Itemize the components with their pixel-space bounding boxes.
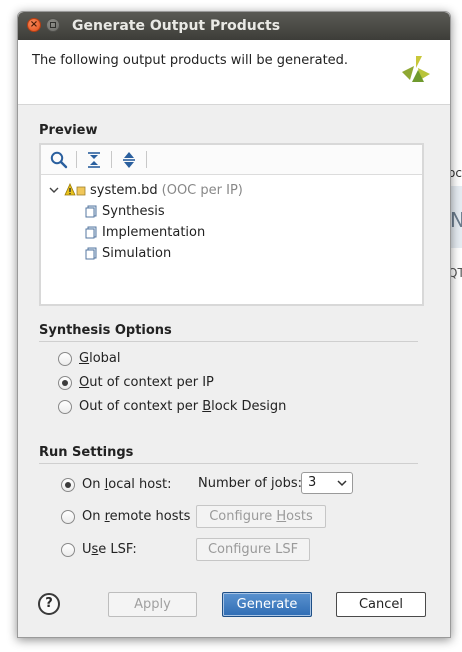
- section-divider: [39, 341, 418, 342]
- tree-item-simulation[interactable]: Simulation: [85, 243, 171, 263]
- run-remote-hosts-radio[interactable]: On remote hosts: [61, 509, 190, 524]
- chevron-down-icon: [337, 480, 347, 487]
- radio-label: On local host:: [82, 477, 172, 492]
- help-button[interactable]: ?: [38, 593, 60, 615]
- toolbar-divider: [76, 151, 77, 168]
- dialog-title: Generate Output Products: [72, 18, 281, 34]
- run-use-lsf-radio[interactable]: Use LSF:: [61, 542, 137, 557]
- radio-label: Global: [79, 351, 121, 366]
- title-bar[interactable]: × Generate Output Products: [18, 12, 450, 40]
- background-text: N: [450, 208, 462, 232]
- number-of-jobs-value: 3: [308, 475, 317, 490]
- radio-button[interactable]: [58, 375, 72, 390]
- radio-button[interactable]: [58, 351, 72, 366]
- radio-button[interactable]: [61, 542, 75, 557]
- search-icon[interactable]: [49, 150, 69, 170]
- dialog-description: The following output products will be ge…: [32, 53, 349, 68]
- tree-item-label: Simulation: [102, 245, 172, 261]
- cancel-button[interactable]: Cancel: [336, 592, 426, 617]
- tree-root-label: system.bd: [90, 182, 158, 198]
- file-icon: [85, 226, 97, 238]
- preview-toolbar: [41, 145, 422, 175]
- window-icon: [50, 22, 56, 28]
- apply-button[interactable]: Apply: [108, 592, 197, 617]
- radio-label: Use LSF:: [82, 542, 137, 557]
- number-of-jobs-select[interactable]: 3: [301, 472, 353, 494]
- radio-button[interactable]: [61, 509, 75, 524]
- tree-root-system-bd[interactable]: system.bd (OOC per IP): [49, 180, 243, 200]
- run-settings-label: Run Settings: [39, 445, 134, 460]
- collapse-all-icon[interactable]: [84, 150, 104, 170]
- synthesis-ooc-per-ip-radio[interactable]: Out of context per IP: [58, 375, 214, 390]
- synthesis-ooc-per-block-design-radio[interactable]: Out of context per Block Design: [58, 399, 286, 414]
- block-design-icon: [64, 183, 86, 196]
- radio-label: On remote hosts: [82, 509, 191, 524]
- chevron-down-icon[interactable]: [49, 185, 59, 195]
- synthesis-global-radio[interactable]: Global: [58, 351, 120, 366]
- expand-all-icon[interactable]: [119, 150, 139, 170]
- radio-label: Out of context per IP: [79, 375, 214, 390]
- number-of-jobs-label: Number of jobs:: [198, 476, 302, 491]
- dialog-header: The following output products will be ge…: [18, 40, 450, 105]
- tree-item-synthesis[interactable]: Synthesis: [85, 201, 165, 221]
- file-icon: [85, 247, 97, 259]
- generate-output-products-dialog: × Generate Output Products The following…: [17, 11, 451, 638]
- configure-lsf-button[interactable]: Configure LSF: [196, 538, 310, 561]
- run-local-host-radio[interactable]: On local host:: [61, 477, 172, 492]
- preview-tree-panel: system.bd (OOC per IP) Synthesis Impleme…: [39, 143, 424, 306]
- preview-label: Preview: [39, 123, 98, 138]
- synthesis-options-label: Synthesis Options: [39, 323, 172, 338]
- tree-item-label: Implementation: [102, 224, 206, 240]
- radio-button[interactable]: [58, 399, 72, 414]
- toolbar-divider: [146, 151, 147, 168]
- file-icon: [85, 205, 97, 217]
- radio-label: Out of context per Block Design: [79, 399, 287, 414]
- tree-root-note: (OOC per IP): [161, 182, 243, 198]
- configure-hosts-button[interactable]: Configure Hosts: [196, 505, 326, 528]
- generate-button[interactable]: Generate: [222, 592, 312, 617]
- section-divider: [39, 463, 418, 464]
- toolbar-divider: [111, 151, 112, 168]
- tree-item-implementation[interactable]: Implementation: [85, 222, 205, 242]
- tree-item-label: Synthesis: [102, 203, 165, 219]
- xilinx-logo-icon: [402, 56, 430, 82]
- close-window-button[interactable]: ×: [27, 18, 41, 32]
- radio-button[interactable]: [61, 477, 75, 492]
- minimize-window-button[interactable]: [46, 18, 60, 32]
